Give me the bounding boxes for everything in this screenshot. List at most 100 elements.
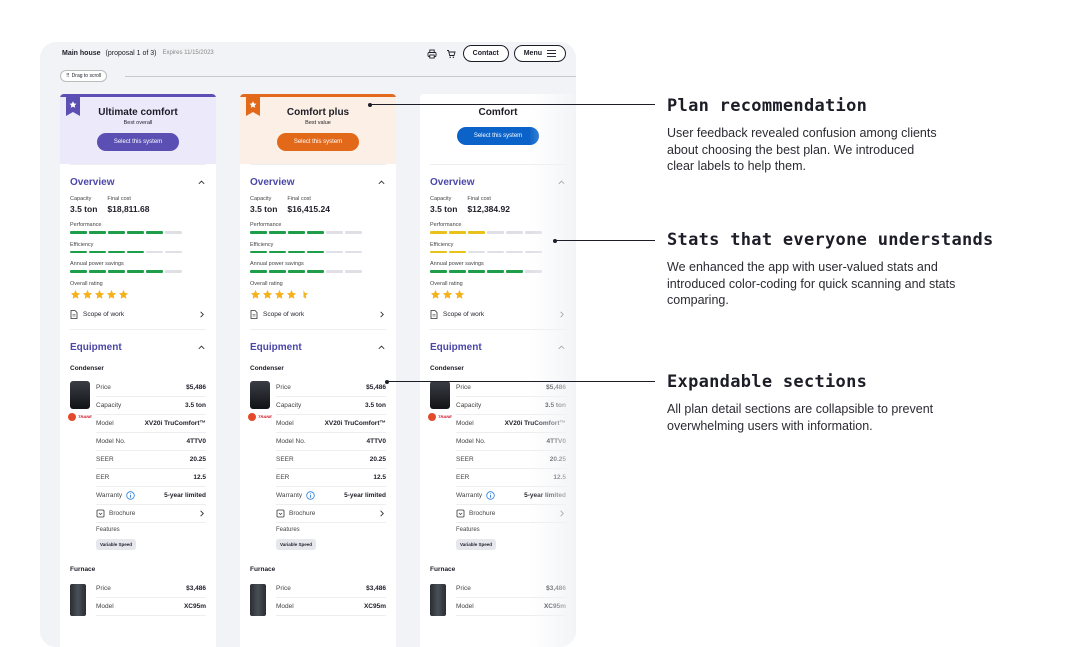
- rating-stars: [70, 289, 206, 301]
- overview-header[interactable]: Overview: [70, 164, 206, 200]
- furnace-heading: Furnace: [250, 565, 276, 573]
- info-icon[interactable]: [486, 490, 495, 500]
- bar-segment: [307, 270, 324, 273]
- furnace-heading: Furnace: [430, 565, 456, 573]
- house-title: Main house: [62, 49, 101, 57]
- app-window: Main house (proposal 1 of 3) Expires 11/…: [40, 42, 576, 647]
- document-icon: [430, 310, 438, 319]
- overview-header[interactable]: Overview: [250, 164, 386, 200]
- brochure-link[interactable]: Brochure: [276, 505, 386, 523]
- chevron-up-icon[interactable]: [557, 343, 566, 352]
- print-icon[interactable]: [425, 47, 439, 61]
- leader-line: [555, 240, 655, 241]
- equipment-title: Equipment: [430, 341, 482, 353]
- features-label: Features: [456, 526, 480, 533]
- scroll-track: [125, 76, 576, 77]
- efficiency-metric: Efficiency: [70, 242, 206, 253]
- bar-segment: [127, 231, 144, 234]
- savings-label: Annual power savings: [430, 261, 484, 267]
- overview-header[interactable]: Overview: [430, 164, 566, 200]
- equipment-header[interactable]: Equipment: [430, 328, 566, 365]
- bar-segment: [430, 231, 447, 234]
- star-icon: [250, 289, 261, 299]
- condenser-warranty-row: Warranty 5-year limited: [276, 487, 386, 505]
- bar-segment: [127, 270, 144, 273]
- equipment-section: Equipment Condenser TRANE Price $5,486 Ca…: [60, 328, 216, 616]
- drag-to-scroll-row[interactable]: ⠿ Drag to scroll: [60, 70, 576, 82]
- callout-3: Expandable sections All plan detail secti…: [667, 372, 937, 434]
- bar-segment: [70, 231, 87, 234]
- rating-metric: Overall rating: [430, 281, 566, 301]
- select-system-button[interactable]: Select this system: [97, 133, 179, 151]
- chevron-up-icon[interactable]: [377, 343, 386, 352]
- callout-1: Plan recommendation User feedback reveale…: [667, 96, 937, 175]
- feature-chip: Variable Speed: [456, 538, 497, 550]
- condenser-capacity-row: Capacity 3.5 ton: [276, 397, 386, 415]
- rating-stars: [430, 289, 566, 301]
- select-system-button[interactable]: Select this system: [277, 133, 359, 151]
- condenser-details: TRANE Price $5,486 Capacity 3.5 ton Model X…: [68, 379, 206, 551]
- info-icon[interactable]: [306, 490, 315, 500]
- condenser-model-row: Model XV20i TruComfort™: [96, 415, 206, 433]
- leader-dot: [385, 379, 389, 384]
- efficiency-metric: Efficiency: [430, 241, 566, 253]
- equipment-title: Equipment: [250, 341, 302, 353]
- menu-button[interactable]: Menu: [513, 45, 566, 62]
- chevron-up-icon[interactable]: [377, 178, 386, 187]
- performance-label: Performance: [430, 222, 462, 228]
- contact-button[interactable]: Contact: [462, 45, 509, 62]
- condenser-capacity-row: Capacity 3.5 ton: [96, 397, 206, 415]
- bar-segment: [345, 250, 362, 253]
- condenser-seer-row: SEER 20.25: [456, 451, 566, 469]
- bar-segment: [487, 270, 504, 273]
- bar-segment: [89, 270, 106, 273]
- bar-segment: [89, 231, 106, 234]
- leader-dot: [553, 238, 557, 243]
- drag-handle[interactable]: ⠿ Drag to scroll: [60, 70, 108, 82]
- scope-of-work-link[interactable]: Scope of work: [430, 301, 566, 329]
- performance-bar: [70, 231, 182, 234]
- condenser-warranty-row: Warranty 5-year limited: [96, 487, 206, 505]
- feature-chip: Variable Speed: [276, 538, 317, 550]
- bar-segment: [468, 231, 485, 234]
- cart-icon[interactable]: [444, 47, 458, 61]
- scope-of-work-link[interactable]: Scope of work: [70, 301, 206, 329]
- bar-segment: [250, 250, 267, 253]
- bar-segment: [146, 270, 163, 273]
- bar-segment: [487, 250, 504, 253]
- brochure-link[interactable]: Brochure: [96, 505, 206, 523]
- furnace-model-row: Model XC95m: [276, 598, 386, 616]
- chevron-up-icon[interactable]: [557, 178, 566, 187]
- scope-label: Scope of work: [83, 311, 125, 318]
- info-icon[interactable]: [126, 490, 135, 500]
- star-icon: [303, 289, 309, 299]
- bar-segment: [165, 250, 182, 253]
- star-icon: [70, 289, 81, 299]
- furnace-unit-image: [70, 583, 86, 616]
- callout-2: Stats that everyone understands We enhanc…: [667, 230, 994, 309]
- bar-segment: [269, 250, 286, 253]
- bar-segment: [506, 250, 523, 253]
- capacity-label: Capacity: [430, 196, 452, 202]
- scope-of-work-link[interactable]: Scope of work: [250, 301, 386, 329]
- chevron-up-icon[interactable]: [197, 343, 206, 352]
- chevron-right-icon: [380, 311, 384, 318]
- condenser-model-no-row: Model No. 4TTV0: [96, 433, 206, 451]
- bar-segment: [250, 270, 267, 273]
- condenser-warranty-row: Warranty 5-year limited: [456, 487, 566, 505]
- savings-bar: [70, 270, 182, 273]
- condenser-details: TRANE Price $5,486 Capacity 3.5 ton Model X…: [428, 379, 566, 551]
- savings-bar: [250, 270, 362, 273]
- proposal-indicator: (proposal 1 of 3): [105, 49, 157, 57]
- condenser-heading: Condenser: [250, 364, 284, 372]
- top-bar: Main house (proposal 1 of 3) Expires 11/…: [40, 42, 576, 64]
- select-system-button[interactable]: Select this system: [457, 127, 539, 145]
- equipment-header[interactable]: Equipment: [250, 328, 386, 365]
- condenser-model-row: Model XV20i TruComfort™: [456, 415, 566, 433]
- equipment-header[interactable]: Equipment: [70, 328, 206, 365]
- condenser-seer-row: SEER 20.25: [96, 451, 206, 469]
- chevron-up-icon[interactable]: [197, 178, 206, 187]
- efficiency-label: Efficiency: [430, 241, 454, 248]
- brochure-link[interactable]: Brochure: [456, 505, 566, 523]
- plan-name: Ultimate comfort: [98, 107, 178, 118]
